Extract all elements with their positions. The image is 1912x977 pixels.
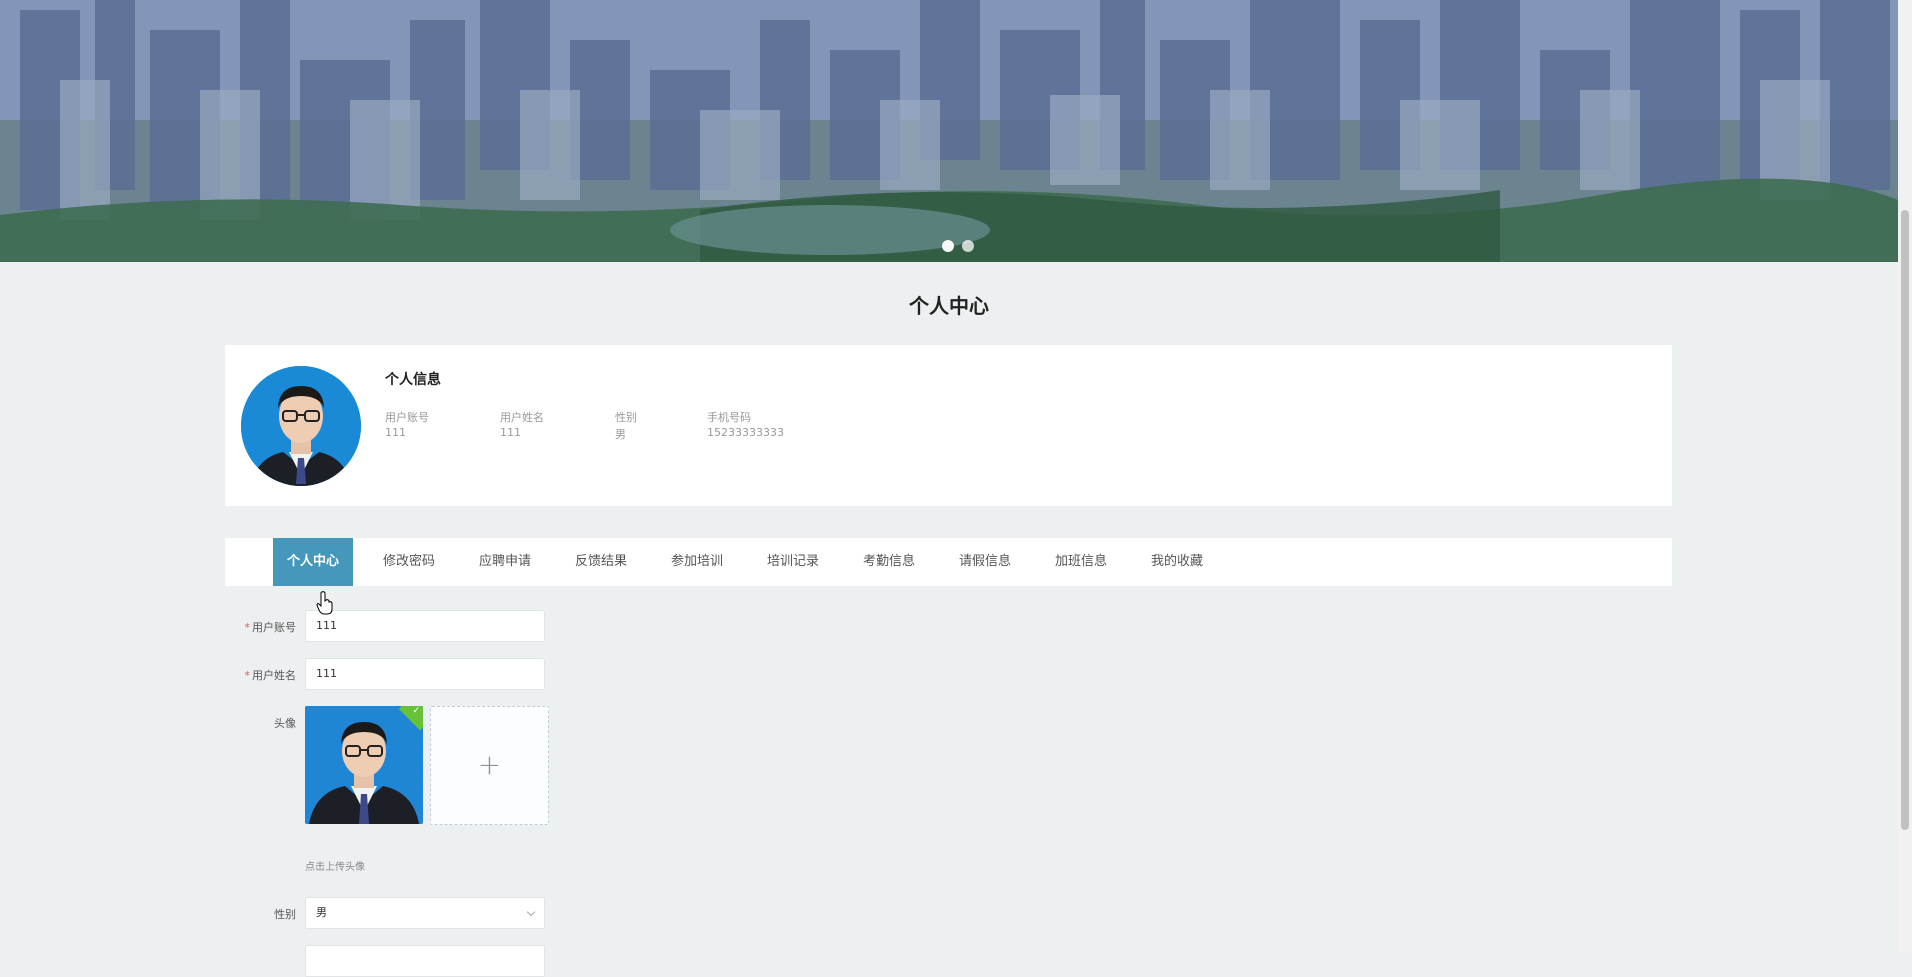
account-label-text: 用户账号: [252, 621, 296, 634]
uploaded-avatar-thumbnail[interactable]: ✓: [305, 706, 423, 824]
account-input[interactable]: 111: [305, 610, 545, 642]
page-scrollbar-thumb[interactable]: [1901, 210, 1909, 830]
info-label: 性别: [615, 411, 637, 424]
required-mark: *: [244, 621, 251, 634]
tab-job-application[interactable]: 应聘申请: [465, 538, 545, 586]
gender-select-value: 男: [316, 906, 327, 919]
tab-overtime[interactable]: 加班信息: [1041, 538, 1121, 586]
tab-training-records[interactable]: 培训记录: [753, 538, 833, 586]
info-phone: 手机号码 15233333333: [707, 409, 784, 443]
tab-join-training[interactable]: 参加培训: [657, 538, 737, 586]
page-title: 个人中心: [909, 294, 989, 318]
info-value: 111: [385, 426, 406, 439]
carousel-dot-1[interactable]: [942, 240, 954, 252]
city-skyline-image: [0, 0, 1898, 262]
avatar: [241, 366, 361, 486]
account-label: * 用户账号: [222, 619, 297, 635]
plus-icon: +: [477, 748, 502, 781]
name-input[interactable]: 111: [305, 658, 545, 690]
tab-bar: 个人中心 修改密码 应聘申请 反馈结果 参加培训 培训记录 考勤信息 请假信息 …: [225, 538, 1672, 586]
tab-leave[interactable]: 请假信息: [945, 538, 1025, 586]
profile-card-heading: 个人信息: [385, 372, 441, 388]
upload-hint: 点击上传头像: [305, 862, 365, 873]
info-label: 用户账号: [385, 411, 429, 424]
required-mark: *: [244, 669, 251, 682]
hero-banner: [0, 0, 1898, 262]
avatar-label: 头像: [274, 717, 296, 730]
info-value: 111: [500, 426, 521, 439]
avatar-upload-button[interactable]: +: [430, 706, 549, 825]
person-portrait-image: [305, 706, 423, 824]
chevron-down-icon: [526, 907, 536, 917]
carousel-dots: [942, 240, 974, 252]
info-label: 用户姓名: [500, 411, 544, 424]
profile-card: 个人信息 用户账号 111 用户姓名 111 性别 男 手机号码 1523333…: [225, 345, 1672, 506]
info-value: 15233333333: [707, 426, 784, 439]
tab-change-password[interactable]: 修改密码: [369, 538, 449, 586]
next-field-input[interactable]: [305, 945, 545, 977]
info-gender: 性别 男: [615, 409, 637, 443]
name-label: * 用户姓名: [222, 667, 297, 683]
check-icon: ✓: [412, 706, 421, 716]
name-label-text: 用户姓名: [252, 669, 296, 682]
carousel-dot-2[interactable]: [962, 240, 974, 252]
info-value: 男: [615, 428, 626, 441]
gender-select[interactable]: 男: [305, 897, 545, 929]
tab-my-favorites[interactable]: 我的收藏: [1137, 538, 1217, 586]
info-account: 用户账号 111: [385, 409, 429, 443]
person-portrait-image: [241, 366, 361, 486]
info-label: 手机号码: [707, 411, 751, 424]
tab-personal-center[interactable]: 个人中心: [273, 538, 353, 586]
gender-label: 性别: [274, 908, 296, 921]
tab-feedback-results[interactable]: 反馈结果: [561, 538, 641, 586]
hand-pointer-icon: [316, 591, 333, 615]
info-name: 用户姓名 111: [500, 409, 544, 443]
tab-attendance[interactable]: 考勤信息: [849, 538, 929, 586]
